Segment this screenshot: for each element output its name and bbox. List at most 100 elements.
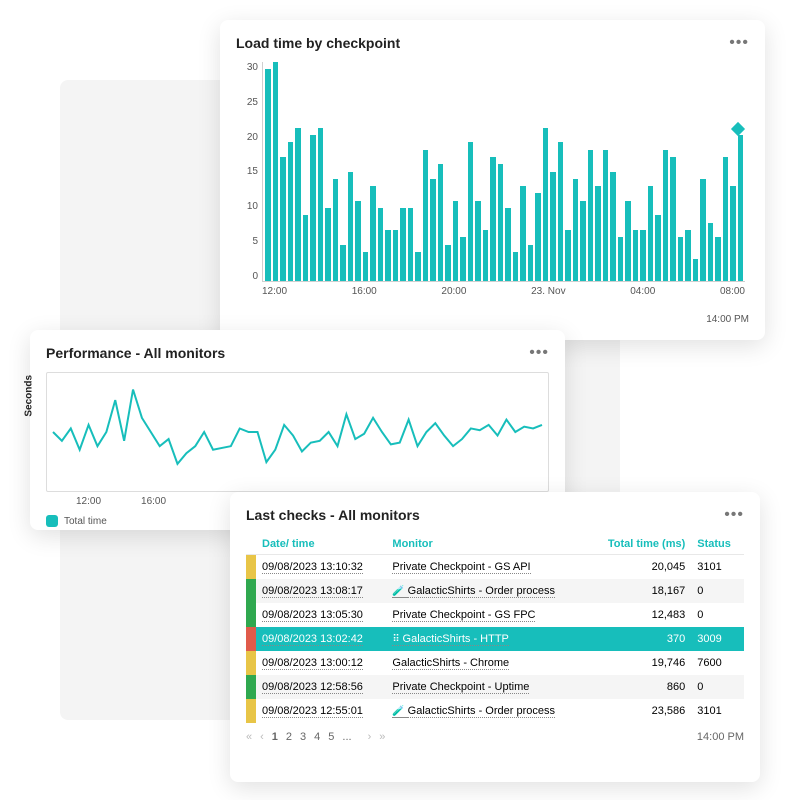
bar [573, 179, 579, 281]
bar [693, 259, 699, 281]
monitor-type-icon: 🧪 [392, 706, 407, 718]
page-last-icon[interactable]: » [379, 731, 385, 743]
bar [640, 230, 646, 281]
bar [618, 237, 624, 281]
card-title: Performance - All monitors [46, 345, 225, 361]
table-row[interactable]: 09/08/2023 13:00:12GalacticShirts - Chro… [246, 651, 744, 675]
table-row[interactable]: 09/08/2023 12:55:01🧪 GalacticShirts - Or… [246, 699, 744, 723]
more-icon[interactable]: ••• [729, 34, 749, 52]
table-row[interactable]: 09/08/2023 13:05:30Private Checkpoint - … [246, 603, 744, 627]
bar [280, 157, 286, 281]
card-title: Last checks - All monitors [246, 507, 420, 523]
monitor-header[interactable]: Monitor [386, 534, 588, 555]
bar [340, 245, 346, 281]
y-axis-label: Seconds [24, 375, 35, 417]
bar [415, 252, 421, 281]
bar [385, 230, 391, 281]
table-row[interactable]: 09/08/2023 13:02:42⠿ GalacticShirts - HT… [246, 627, 744, 651]
status-cell: 3101 [691, 699, 744, 723]
bar [355, 201, 361, 281]
datetime-cell: 09/08/2023 13:00:12 [262, 657, 363, 670]
last-checks-card: Last checks - All monitors ••• Date/ tim… [230, 492, 760, 782]
page-number[interactable]: 4 [314, 731, 320, 743]
total-cell: 860 [588, 675, 691, 699]
legend-label: Total time [64, 516, 107, 527]
bar [715, 237, 721, 281]
bar [498, 164, 504, 281]
page-number[interactable]: 1 [272, 731, 278, 743]
monitor-cell: Private Checkpoint - Uptime [392, 681, 529, 694]
monitor-cell: ⠿ GalacticShirts - HTTP [392, 633, 508, 646]
bar [520, 186, 526, 281]
pagination: « ‹ 12345... › » 14:00 PM [246, 731, 744, 743]
total-header[interactable]: Total time (ms) [588, 534, 691, 555]
bar [333, 179, 339, 281]
bar [535, 193, 541, 281]
total-cell: 20,045 [588, 555, 691, 580]
bar [318, 128, 324, 281]
bar [288, 142, 294, 281]
page-next-icon[interactable]: › [368, 731, 372, 743]
datetime-cell: 09/08/2023 13:10:32 [262, 561, 363, 574]
bar [558, 142, 564, 281]
bar [648, 186, 654, 281]
bar [273, 62, 279, 281]
datetime-cell: 09/08/2023 13:05:30 [262, 609, 363, 622]
y-axis: 302520151050 [236, 62, 258, 282]
page-prev-icon[interactable]: ‹ [260, 731, 264, 743]
bar [370, 186, 376, 281]
bar [295, 128, 301, 281]
timestamp: 14:00 PM [236, 314, 749, 325]
table-row[interactable]: 09/08/2023 13:08:17🧪 GalacticShirts - Or… [246, 579, 744, 603]
bar [490, 157, 496, 281]
bar [550, 172, 556, 282]
status-color-indicator [246, 699, 256, 723]
table-row[interactable]: 09/08/2023 12:58:56 Private Checkpoint - … [246, 675, 744, 699]
status-cell: 7600 [691, 651, 744, 675]
bar [325, 208, 331, 281]
bars-area [262, 62, 745, 282]
bar [513, 252, 519, 281]
bar [423, 150, 429, 281]
datetime-header[interactable]: Date/ time [256, 534, 386, 555]
bar [670, 157, 676, 281]
bar [595, 186, 601, 281]
bar [543, 128, 549, 281]
more-icon[interactable]: ••• [724, 506, 744, 524]
bar [730, 186, 736, 281]
status-color-indicator [246, 579, 256, 603]
legend-swatch [46, 515, 58, 527]
status-header[interactable]: Status [691, 534, 744, 555]
bar [310, 135, 316, 281]
status-color-indicator [246, 555, 256, 579]
status-cell: 0 [691, 675, 744, 699]
status-cell: 0 [691, 603, 744, 627]
page-number[interactable]: 5 [328, 731, 334, 743]
bar [430, 179, 436, 281]
page-first-icon[interactable]: « [246, 731, 252, 743]
table-row[interactable]: 09/08/2023 13:10:32Private Checkpoint - … [246, 555, 744, 580]
page-number[interactable]: 3 [300, 731, 306, 743]
more-icon[interactable]: ••• [529, 344, 549, 362]
bar [588, 150, 594, 281]
bar [483, 230, 489, 281]
bar [445, 245, 451, 281]
status-cell: 3009 [691, 627, 744, 651]
page-number[interactable]: ... [342, 731, 351, 743]
bar [603, 150, 609, 281]
page-number[interactable]: 2 [286, 731, 292, 743]
total-cell: 18,167 [588, 579, 691, 603]
bar-chart: 302520151050 12:0016:0020:0023. Nov04:00… [236, 62, 749, 312]
bar [565, 230, 571, 281]
bar [408, 208, 414, 281]
bar [363, 252, 369, 281]
bar [580, 201, 586, 281]
bar [685, 230, 691, 281]
bar [663, 150, 669, 281]
x-axis: 12:0016:0020:0023. Nov04:0008:00 [262, 286, 745, 297]
datetime-cell: 09/08/2023 12:58:56 [262, 681, 363, 694]
datetime-cell: 09/08/2023 13:08:17 [262, 585, 363, 598]
bar [678, 237, 684, 281]
total-cell: 23,586 [588, 699, 691, 723]
bar [460, 237, 466, 281]
